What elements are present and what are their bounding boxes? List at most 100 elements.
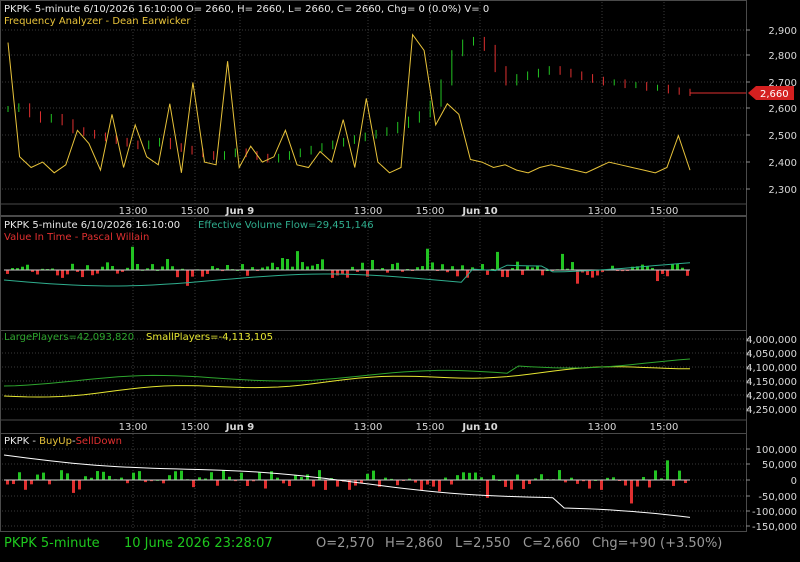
frequency-analyzer-title: Frequency Analyzer - Dean Earwicker — [4, 16, 191, 27]
buyup-bar — [426, 480, 429, 485]
flow-bar — [301, 262, 304, 270]
flow-bar — [306, 266, 309, 270]
flow-bar — [56, 270, 59, 276]
price-y-axis: 2,9002,8002,7002,6002,5002,4002,300 — [746, 26, 797, 196]
buyup-bar — [42, 472, 45, 480]
players-y-label: 4,000,000 — [746, 335, 797, 346]
flow-bar — [166, 259, 169, 270]
buyup-bar — [48, 480, 51, 485]
flow-bar — [486, 270, 489, 275]
flow-bar — [266, 266, 269, 270]
buyup-bar — [24, 480, 27, 490]
players-y-label: 4,200,000 — [746, 391, 797, 402]
flow-bar — [481, 264, 484, 270]
buyup-bar — [648, 480, 651, 488]
buyup-bar — [6, 480, 9, 485]
flow-bar — [106, 262, 109, 270]
players-y-label: 4,100,000 — [746, 363, 797, 374]
buyup-title-up: BuyUp — [39, 436, 72, 447]
buyup-bar — [312, 480, 315, 487]
x-tick-label: Jun 9 — [225, 206, 254, 217]
flow-bar — [211, 266, 214, 270]
price-y-label: 2,800 — [768, 51, 797, 62]
flow-bar — [686, 270, 689, 276]
flow-bar — [341, 270, 344, 275]
small-players-label: SmallPlayers=-4,113,105 — [146, 332, 273, 343]
buyup-bar — [132, 472, 135, 480]
buyup-bar — [282, 480, 285, 484]
flow-bar — [561, 253, 564, 270]
buyup-y-label: 100,000 — [756, 445, 797, 456]
buyup-bar — [102, 471, 105, 480]
flow-bar — [286, 258, 289, 270]
flow-bar — [571, 262, 574, 270]
buyup-bar — [336, 480, 339, 487]
x-tick-label: 13:00 — [354, 206, 383, 217]
buyup-bar — [324, 480, 327, 490]
flow-bar — [201, 270, 204, 277]
x-axis-players: 13:00 15:00 Jun 9 13:00 15:00 Jun 10 13:00 15:0… — [0, 419, 746, 433]
buyup-bar — [516, 474, 519, 480]
flow-bar — [271, 262, 274, 270]
status-close: C=2,660 — [523, 536, 581, 551]
buyup-bar — [468, 472, 471, 480]
flow-bar — [461, 265, 464, 270]
buyup-bar — [36, 474, 39, 480]
buyup-bar — [366, 473, 369, 480]
flow-bar — [431, 262, 434, 270]
buyup-bar — [528, 480, 531, 485]
flow-bar — [6, 270, 9, 274]
x-tick-label: 13:00 — [588, 206, 617, 217]
buyup-bar — [504, 480, 507, 487]
buyup-bar — [162, 480, 165, 484]
buyup-bar — [420, 480, 423, 491]
flow-bar — [316, 263, 319, 270]
buyup-title-sep: - — [29, 436, 39, 447]
flow-bar — [591, 270, 594, 278]
buyup-bar — [264, 480, 267, 489]
price-y-label: 2,400 — [768, 158, 797, 169]
large-players-line — [3, 366, 690, 398]
buyup-bar — [210, 472, 213, 480]
flow-bar — [311, 265, 314, 270]
buyup-bar — [246, 480, 249, 486]
flow-bar — [131, 246, 134, 270]
buyup-bar — [222, 470, 225, 480]
flow-bar — [426, 248, 429, 270]
x-tick-label: 13:00 — [354, 422, 383, 433]
players-y-axis: 4,000,000 4,050,000 4,100,000 4,150,000 4,20… — [746, 335, 797, 416]
flow-bar — [501, 270, 504, 277]
buyup-y-label: 50,000 — [762, 460, 797, 471]
x-tick-label: 15:00 — [416, 422, 445, 433]
buyup-title: PKPK - BuyUp-SellDown — [4, 436, 122, 447]
vit-header-right: Effective Volume Flow=29,451,146 — [198, 220, 374, 231]
buyup-bar — [456, 475, 459, 480]
price-header: PKPK- 5-minute 6/10/2026 16:10:00 O= 266… — [4, 4, 489, 15]
status-symbol: PKPK 5-minute — [4, 536, 100, 551]
players-panel: 4,000,000 4,050,000 4,100,000 4,150,000 4,20… — [3, 332, 797, 416]
vit-title: Value In Time - Pascal Willain — [4, 232, 149, 243]
flow-bar — [246, 270, 249, 276]
flow-bar — [661, 270, 664, 274]
buyup-bar — [432, 480, 435, 487]
flow-bar — [506, 270, 509, 278]
x-tick-label: 15:00 — [181, 422, 210, 433]
buyup-bar — [450, 480, 453, 485]
status-open: O=2,570 — [316, 536, 375, 551]
players-y-label: 4,050,000 — [746, 349, 797, 360]
buyup-bar — [60, 470, 63, 480]
players-y-label: 4,250,000 — [746, 405, 797, 416]
status-change: Chg=+90 (+3.50%) — [592, 536, 723, 551]
buyup-bar — [672, 480, 675, 486]
flow-bar — [26, 264, 29, 270]
flow-bar — [91, 270, 94, 276]
price-y-label: 2,500 — [768, 131, 797, 142]
buyup-bar — [84, 476, 87, 480]
buyup-bar — [288, 480, 291, 487]
flow-bar — [521, 270, 524, 275]
flow-bar — [61, 270, 64, 278]
flow-bar — [71, 263, 74, 270]
buyup-bar — [108, 475, 111, 480]
buyup-bar — [18, 472, 21, 480]
flow-bar — [596, 270, 599, 276]
